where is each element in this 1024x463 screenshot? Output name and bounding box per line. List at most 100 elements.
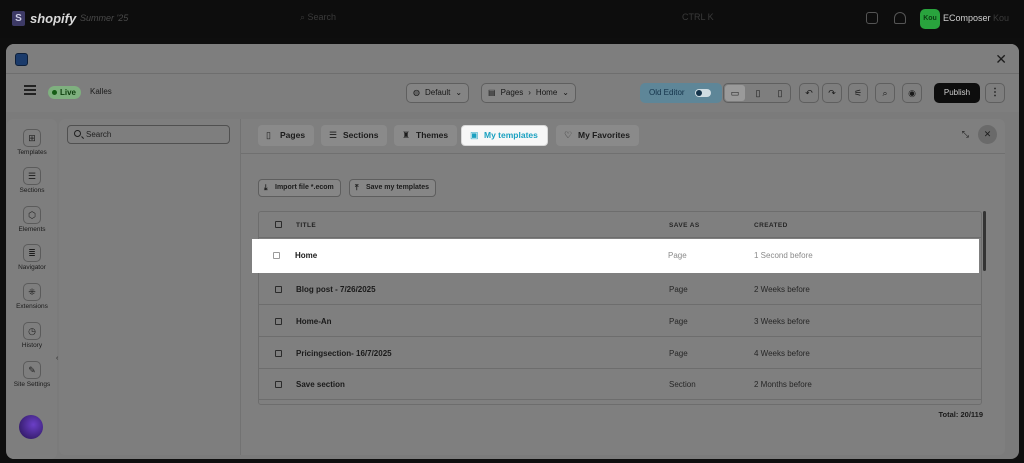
row-save-as: Section [669, 380, 696, 389]
collapse-sidebar-icon[interactable]: ‹ [56, 355, 58, 362]
undo-icon[interactable]: ↶ [799, 83, 819, 103]
extensions-icon: ⁜ [23, 283, 41, 301]
page-select[interactable]: ▤ Pages › Home ⌄ [481, 83, 576, 103]
live-label: Live [60, 88, 77, 97]
row-checkbox[interactable] [275, 381, 282, 388]
table-row-highlighted[interactable]: Home Page 1 Second before [252, 239, 979, 273]
theme-select[interactable]: ◍ Default ⌄ [406, 83, 470, 103]
site-settings-icon: ✎ [23, 361, 41, 379]
left-sidebar: ⊞ Templates ☰ Sections ⬡ Elements ≣ Navi… [7, 119, 58, 459]
save-label: Save my templates [366, 184, 430, 191]
tab-my-favorites[interactable]: ♡ My Favorites [556, 125, 639, 146]
import-file-button[interactable]: ⤓ Import file *.ecom [258, 179, 341, 197]
search-shortcut: CTRL K [682, 12, 714, 22]
tab-label: My Favorites [578, 130, 630, 140]
search-placeholder: Search [86, 130, 112, 139]
sidebar-item-navigator[interactable]: ≣ Navigator [7, 244, 57, 271]
page-icon: ▤ [488, 88, 496, 97]
user-extra: Kou [993, 13, 1010, 23]
sidebar-item-history[interactable]: ◷ History [7, 322, 57, 349]
row-save-as: Page [669, 349, 688, 358]
heart-icon: ♡ [564, 130, 573, 140]
table-row[interactable]: Pricingsection- 16/7/2025 Page 4 Weeks b… [259, 338, 981, 369]
old-editor-toggle[interactable]: Old Editor [640, 83, 722, 103]
sidebar-item-templates[interactable]: ⊞ Templates [7, 129, 57, 156]
user-avatar[interactable] [19, 415, 43, 439]
row-checkbox[interactable] [275, 350, 282, 357]
import-label: Import file *.ecom [275, 184, 334, 191]
download-icon: ⤓ [264, 183, 268, 192]
old-editor-label: Old Editor [649, 88, 685, 97]
row-created: 4 Weeks before [754, 349, 810, 358]
store-avatar[interactable]: Kou [920, 9, 940, 29]
tablet-icon[interactable]: ▯ [748, 85, 768, 101]
column-created: CREATED [754, 222, 788, 229]
table-header: TITLE SAVE AS CREATED [259, 212, 981, 238]
menu-icon[interactable] [24, 85, 36, 95]
row-title: Save section [296, 380, 345, 389]
page-icon: ▯ [266, 130, 271, 140]
window-header: ✕ [6, 44, 1019, 74]
shopify-search[interactable]: ⌕ Search [300, 12, 336, 23]
sections-icon: ☰ [23, 167, 41, 185]
preview-eye-icon[interactable]: ◉ [902, 83, 922, 103]
editor-toolbar: Live Kalles ◍ Default ⌄ ▤ Pages › Home ⌄… [6, 74, 1019, 112]
row-title: Pricingsection- 16/7/2025 [296, 349, 392, 358]
sidebar-item-label: History [21, 342, 43, 349]
sidebar-item-site-settings[interactable]: ✎ Site Settings [7, 361, 57, 388]
close-icon[interactable]: ✕ [995, 51, 1007, 68]
shopify-logo[interactable]: S shopify [12, 11, 76, 26]
tab-label: Sections [343, 130, 379, 140]
shopify-search-label: Search [307, 12, 337, 22]
row-title: Blog post - 7/26/2025 [296, 285, 376, 294]
edition-label: Summer '25 [80, 13, 129, 23]
bell-icon[interactable] [894, 12, 906, 24]
table-row[interactable]: Save section Section 2 Months before [259, 369, 981, 400]
navigator-icon: ≣ [23, 244, 41, 262]
desktop-icon[interactable]: ▭ [725, 85, 745, 101]
tab-my-templates[interactable]: ▣ My templates [461, 125, 548, 146]
table-row[interactable]: Blog post - 7/26/2025 Page 2 Weeks befor… [259, 274, 981, 305]
redo-icon[interactable]: ↷ [822, 83, 842, 103]
minimize-icon[interactable]: ⤡ [962, 129, 969, 140]
template-search-input[interactable]: Search [67, 125, 230, 144]
sections-icon: ☰ [329, 130, 338, 140]
row-checkbox[interactable] [275, 318, 282, 325]
sidebar-item-label: Navigator [18, 264, 46, 271]
shopify-top-bar: S shopify Summer '25 ⌕ Search CTRL K Kou… [0, 0, 1024, 38]
tab-themes[interactable]: ♜ Themes [394, 125, 458, 146]
page-breadcrumb-parent: Pages [500, 88, 524, 97]
tab-sections[interactable]: ☰ Sections [321, 125, 388, 146]
seo-search-icon[interactable]: ⌕ [875, 83, 895, 103]
sidebar-item-extensions[interactable]: ⁜ Extensions [7, 283, 57, 310]
save-templates-button[interactable]: ⤒ Save my templates [349, 179, 437, 197]
shirt-icon: ♜ [402, 130, 411, 140]
row-checkbox[interactable] [273, 252, 280, 259]
tab-pages[interactable]: ▯ Pages [258, 125, 315, 146]
table-row[interactable]: Home-An Page 3 Weeks before [259, 306, 981, 337]
select-all-checkbox[interactable] [275, 221, 282, 228]
inbox-icon[interactable] [866, 12, 878, 24]
table-scrollbar[interactable] [983, 211, 986, 271]
live-dot-icon [52, 90, 57, 95]
more-options-icon[interactable]: ⋮ [985, 83, 1005, 103]
sidebar-item-elements[interactable]: ⬡ Elements [7, 206, 57, 233]
row-save-as: Page [669, 317, 688, 326]
publish-button[interactable]: Publish [934, 83, 980, 103]
tab-label: Themes [416, 130, 449, 140]
theme-select-value: Default [424, 88, 451, 97]
chevron-right-icon: › [528, 88, 531, 97]
sidebar-item-label: Site Settings [13, 381, 51, 388]
row-created: 3 Weeks before [754, 317, 810, 326]
row-checkbox[interactable] [275, 286, 282, 293]
column-title: TITLE [296, 222, 317, 229]
close-panel-icon[interactable]: ✕ [978, 125, 997, 144]
app-name[interactable]: EComposer [943, 13, 991, 23]
row-created: 2 Weeks before [754, 285, 810, 294]
history-icon: ◷ [23, 322, 41, 340]
settings-sliders-icon[interactable]: ⚟ [848, 83, 868, 103]
mobile-icon[interactable]: ▯ [770, 85, 790, 101]
tab-label: Pages [280, 130, 306, 140]
toggle-switch[interactable] [695, 89, 711, 97]
sidebar-item-sections[interactable]: ☰ Sections [7, 167, 57, 194]
